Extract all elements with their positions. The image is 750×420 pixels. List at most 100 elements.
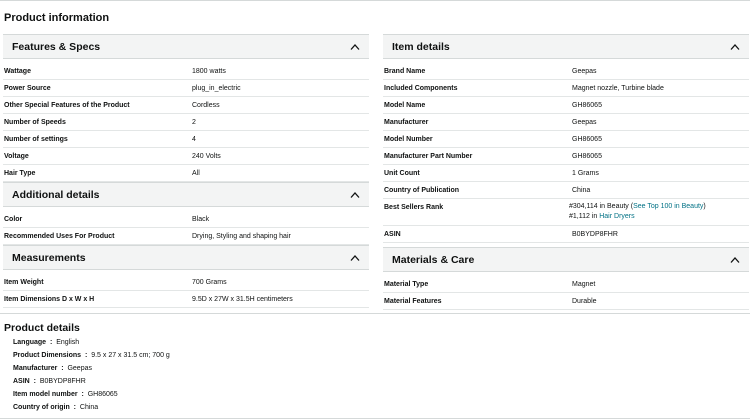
row-key: Best Sellers Rank [384, 204, 444, 211]
table-row: Material Features Durable [383, 293, 749, 310]
row-value: Cordless [192, 102, 220, 109]
row-key: Unit Count [384, 170, 420, 177]
row-key: ASIN [384, 231, 401, 238]
hair-dryers-link[interactable]: Hair Dryers [599, 213, 634, 220]
row-key: Brand Name [384, 68, 426, 75]
detail-value: GH86065 [87, 391, 118, 398]
chevron-up-icon[interactable] [730, 43, 740, 51]
section-title: Materials & Care [392, 254, 475, 266]
detail-value: B0BYDP8FHR [39, 378, 86, 385]
left-column: Features & Specs Wattage 1800 watts Power… [3, 34, 369, 308]
chevron-up-icon[interactable] [730, 256, 740, 264]
row-key: Material Features [384, 298, 442, 305]
row-value: 1800 watts [192, 68, 226, 75]
section-divider [0, 313, 750, 314]
row-key: Number of Speeds [4, 119, 66, 126]
section-header-measurements[interactable]: Measurements [3, 245, 369, 270]
detail-value: 9.5 x 27 x 31.5 cm; 700 g [91, 352, 170, 359]
row-value: 1 Grams [572, 170, 599, 177]
row-value: Black [192, 216, 210, 223]
row-value: Geepas [572, 119, 597, 126]
section-header-item-details[interactable]: Item details [383, 34, 749, 59]
table-row: Color Black [3, 211, 369, 228]
row-value: 700 Grams [192, 279, 227, 286]
section-title: Item details [392, 41, 450, 53]
bottom-divider [0, 418, 750, 419]
table-row: Brand Name Geepas [383, 63, 749, 80]
table-row: Model Number GH86065 [383, 131, 749, 148]
row-value: B0BYDP8FHR [572, 231, 618, 238]
section-title: Measurements [12, 252, 86, 264]
top-100-beauty-link[interactable]: See Top 100 in Beauty [633, 203, 703, 210]
row-value: All [192, 170, 200, 177]
row-key: Model Name [384, 102, 426, 109]
table-row: Item Weight 700 Grams [3, 274, 369, 291]
table-row: Country of Publication China [383, 182, 749, 199]
detail-value: Geepas [67, 365, 92, 372]
section-header-materials[interactable]: Materials & Care [383, 247, 749, 272]
row-key: Recommended Uses For Product [4, 233, 115, 240]
detail-value: English [56, 339, 80, 346]
table-row: ASIN B0BYDP8FHR [383, 226, 749, 243]
row-key: Model Number [384, 136, 433, 143]
table-row: Unit Count 1 Grams [383, 165, 749, 182]
row-key: Number of settings [4, 136, 68, 143]
chevron-up-icon[interactable] [350, 43, 360, 51]
row-value: 2 [192, 119, 196, 126]
rank-text: #1,112 in [569, 213, 600, 220]
row-value: 4 [192, 136, 196, 143]
list-item: Language : English [13, 339, 80, 346]
table-row: Hair Type All [3, 165, 369, 182]
row-key: Manufacturer Part Number [384, 153, 473, 160]
chevron-up-icon[interactable] [350, 254, 360, 262]
table-row: Number of settings 4 [3, 131, 369, 148]
row-key: Item Dimensions D x W x H [4, 296, 95, 303]
row-key: Manufacturer [384, 119, 429, 126]
table-row: Material Type Magnet [383, 276, 749, 293]
row-key: Item Weight [4, 279, 44, 286]
row-key: Power Source [4, 85, 51, 92]
table-row: Model Name GH86065 [383, 97, 749, 114]
row-value: plug_in_electric [192, 85, 241, 92]
top-divider [0, 0, 750, 1]
rank-text: ) [703, 203, 706, 210]
row-key: Other Special Features of the Product [4, 102, 130, 109]
detail-key: Item model number [13, 391, 78, 398]
table-row: Other Special Features of the Product Cor… [3, 97, 369, 114]
detail-key: Country of origin [13, 404, 70, 411]
row-value: Magnet [572, 281, 596, 288]
right-column: Item details Brand Name Geepas Included C… [383, 34, 749, 310]
detail-key: Manufacturer [13, 365, 58, 372]
row-value: GH86065 [572, 102, 602, 109]
table-row: Voltage 240 Volts [3, 148, 369, 165]
rank-text: #304,114 in Beauty ( [569, 203, 634, 210]
table-row: Number of Speeds 2 [3, 114, 369, 131]
chevron-up-icon[interactable] [350, 191, 360, 199]
table-row-best-sellers: Best Sellers Rank #304,114 in Beauty (Se… [383, 199, 749, 226]
table-row: Recommended Uses For Product Drying, Styl… [3, 228, 369, 245]
table-row: Item Dimensions D x W x H 9.5D x 27W x 31… [3, 291, 369, 308]
detail-key: Product Dimensions [13, 352, 82, 359]
table-row: Power Source plug_in_electric [3, 80, 369, 97]
row-value: #304,114 in Beauty (See Top 100 in Beaut… [569, 202, 706, 222]
row-key: Material Type [384, 281, 429, 288]
row-value: 240 Volts [192, 153, 221, 160]
row-value: GH86065 [572, 153, 602, 160]
list-item: Product Dimensions : 9.5 x 27 x 31.5 cm;… [13, 352, 170, 359]
list-item: ASIN : B0BYDP8FHR [13, 378, 86, 385]
row-key: Wattage [4, 68, 31, 75]
row-key: Country of Publication [384, 187, 460, 194]
row-value: Drying, Styling and shaping hair [192, 233, 291, 240]
section-title: Additional details [12, 189, 100, 201]
list-item: Manufacturer : Geepas [13, 365, 92, 372]
table-row: Included Components Magnet nozzle, Turbin… [383, 80, 749, 97]
row-value: Magnet nozzle, Turbine blade [572, 85, 664, 92]
row-value: Geepas [572, 68, 597, 75]
page-title: Product information [4, 12, 110, 24]
row-value: 9.5D x 27W x 31.5H centimeters [192, 296, 293, 303]
section-header-additional[interactable]: Additional details [3, 182, 369, 207]
list-item: Item model number : GH86065 [13, 391, 118, 398]
section-header-features[interactable]: Features & Specs [3, 34, 369, 59]
section-title: Features & Specs [12, 41, 101, 53]
table-row: Manufacturer Part Number GH86065 [383, 148, 749, 165]
